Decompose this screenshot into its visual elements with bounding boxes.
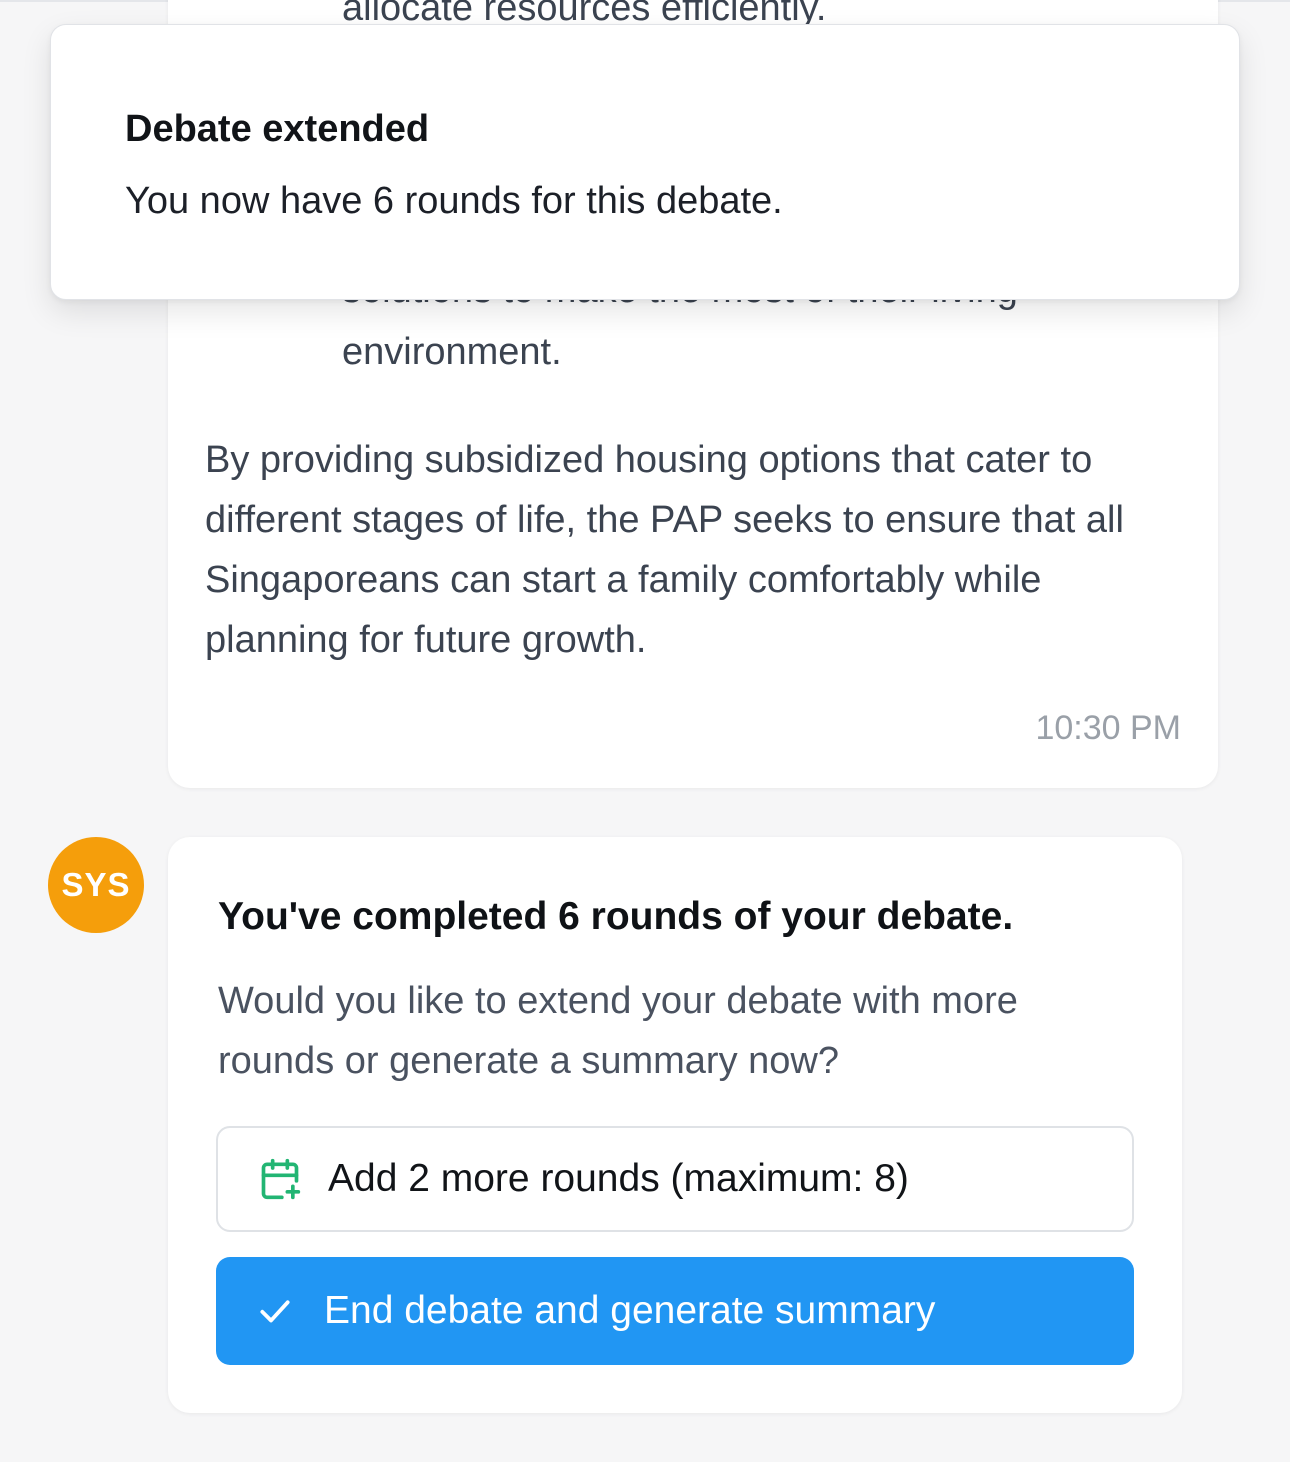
system-avatar: SYS (48, 837, 144, 933)
message-timestamp: 10:30 PM (1035, 709, 1181, 747)
system-message-card: You've completed 6 rounds of your debate… (168, 837, 1182, 1413)
system-message-title: You've completed 6 rounds of your debate… (218, 895, 1014, 938)
message-environment-line: environment. (342, 331, 562, 373)
check-icon (256, 1292, 294, 1330)
message-paragraph: By providing subsidized housing options … (205, 439, 1124, 661)
toast-notification[interactable]: Debate extended You now have 6 rounds fo… (50, 24, 1240, 300)
toast-title: Debate extended (125, 108, 430, 150)
add-rounds-button[interactable]: Add 2 more rounds (maximum: 8) (216, 1126, 1134, 1232)
calendar-plus-icon (258, 1157, 302, 1201)
add-rounds-label: Add 2 more rounds (maximum: 8) (328, 1157, 909, 1200)
system-message-description: Would you like to extend your debate wit… (218, 980, 1018, 1082)
end-debate-label: End debate and generate summary (324, 1289, 936, 1332)
toast-description: You now have 6 rounds for this debate. (125, 180, 783, 222)
end-debate-button[interactable]: End debate and generate summary (216, 1257, 1134, 1365)
